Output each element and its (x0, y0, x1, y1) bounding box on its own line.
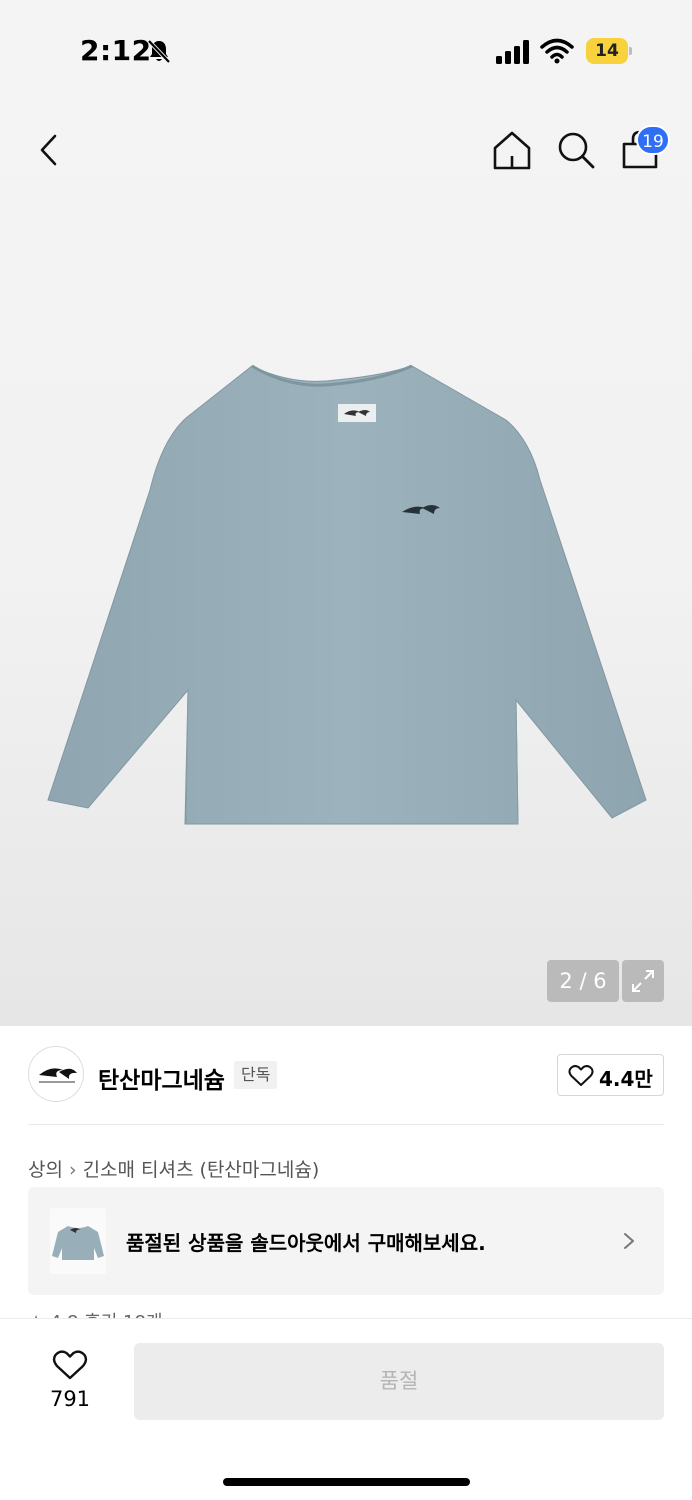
brand-row: 탄산마그네슘 단독 4.4만 (0, 1040, 692, 1110)
status-bar: 2:12 14 (0, 0, 692, 100)
heart-icon (52, 1350, 88, 1380)
product-thumbnail (50, 1208, 106, 1274)
bottom-action-bar: 791 품절 (0, 1318, 692, 1500)
brand-like-button[interactable]: 4.4만 (557, 1054, 664, 1096)
back-icon[interactable] (26, 126, 74, 174)
bell-muted-icon (147, 39, 171, 64)
purchase-button-soldout[interactable]: 품절 (134, 1343, 664, 1420)
status-time: 2:12 (80, 34, 152, 67)
divider (28, 1124, 664, 1125)
soldout-banner-message: 품절된 상품을 솔드아웃에서 구매해보세요. (126, 1231, 486, 1255)
battery-indicator: 14 (586, 38, 632, 64)
brand-logo[interactable] (28, 1046, 84, 1102)
brand-logo-mark-icon (39, 1068, 77, 1083)
product-image[interactable] (40, 360, 652, 830)
wifi-icon (540, 38, 574, 64)
chevron-right-icon (624, 1233, 634, 1249)
expand-icon[interactable] (622, 960, 664, 1002)
cellular-signal-icon (496, 40, 529, 64)
wishlist-count: 791 (49, 1387, 91, 1411)
brand-name[interactable]: 탄산마그네슘 (98, 1061, 225, 1095)
cart-count-badge: 19 (636, 125, 670, 155)
image-counter: 2 / 6 (547, 960, 619, 1002)
breadcrumb: 상의 › 긴소매 티셔츠 (탄산마그네슘) (28, 1155, 319, 1182)
search-icon[interactable] (552, 126, 600, 174)
brand-like-count: 4.4만 (599, 1067, 653, 1091)
breadcrumb-subcategory[interactable]: 긴소매 티셔츠 (탄산마그네슘) (83, 1159, 320, 1181)
breadcrumb-category[interactable]: 상의 (28, 1159, 63, 1181)
home-indicator[interactable] (223, 1478, 470, 1486)
home-icon[interactable] (488, 126, 536, 174)
battery-level: 14 (595, 41, 619, 61)
soldout-banner[interactable]: 품절된 상품을 솔드아웃에서 구매해보세요. (28, 1187, 664, 1295)
heart-icon (568, 1065, 594, 1086)
chevron-right-icon: › (68, 1159, 77, 1181)
wishlist-button[interactable]: 791 (40, 1345, 100, 1415)
exclusive-badge: 단독 (234, 1061, 278, 1089)
